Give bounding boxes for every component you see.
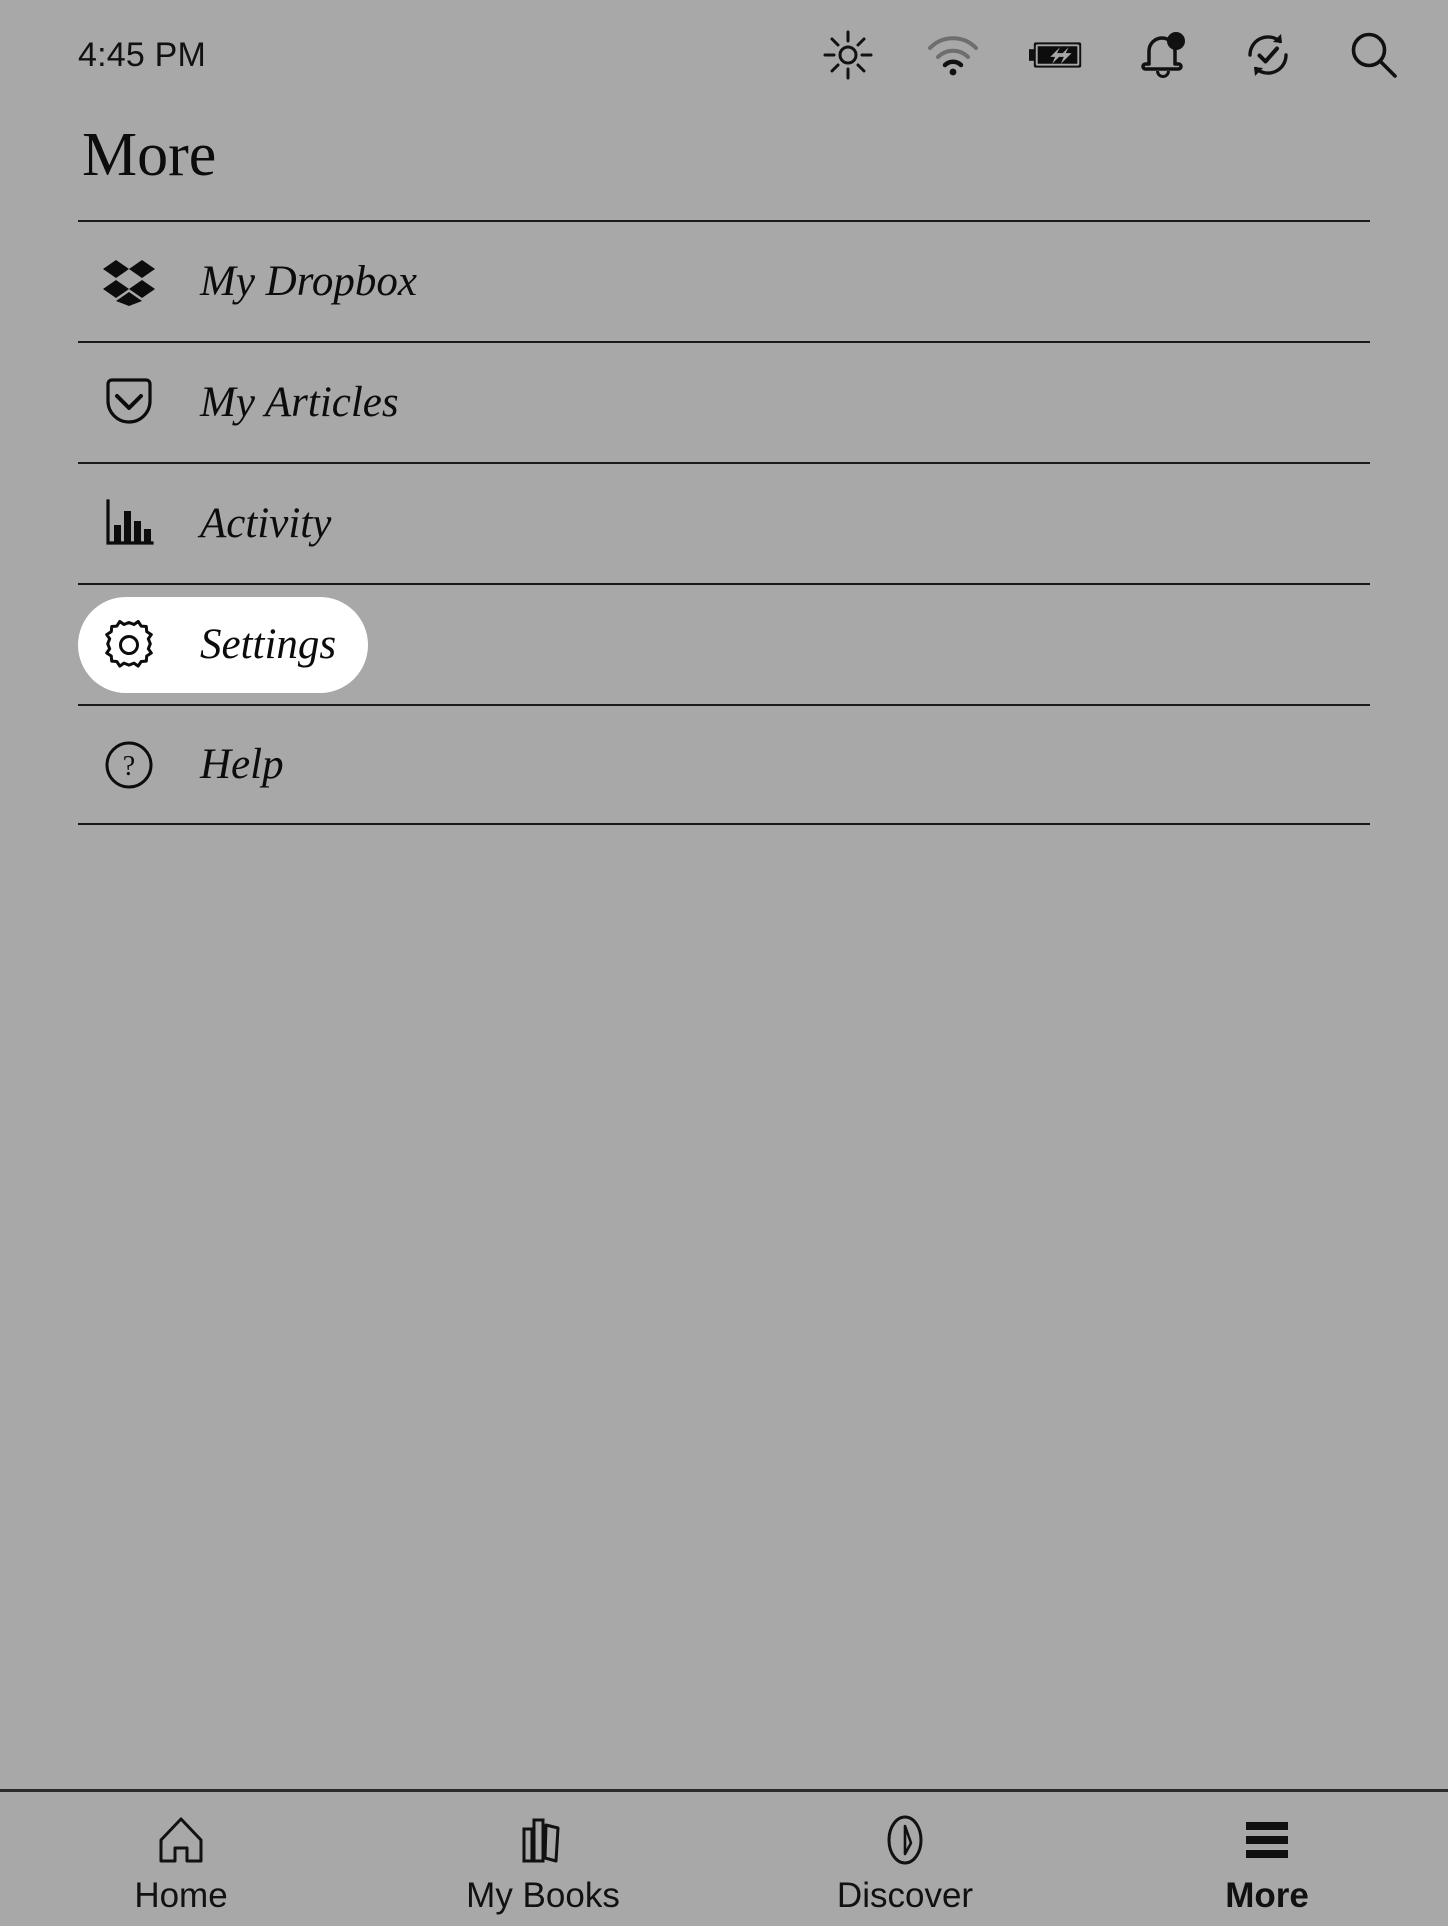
tab-label: Home	[134, 1876, 227, 1916]
tab-more[interactable]: More	[1086, 1814, 1448, 1916]
status-icon-group	[819, 26, 1402, 84]
bottom-tab-bar: Home My Books Discover	[0, 1789, 1448, 1926]
list-item-activity[interactable]: Activity	[78, 462, 1370, 583]
tab-discover[interactable]: Discover	[724, 1814, 1086, 1916]
status-bar: 4:45 PM	[0, 0, 1448, 110]
notification-bell-icon[interactable]	[1134, 26, 1192, 84]
list-item-settings[interactable]: Settings	[78, 583, 1370, 704]
tab-home[interactable]: Home	[0, 1814, 362, 1916]
bar-chart-icon	[100, 499, 158, 549]
tab-label: My Books	[466, 1876, 620, 1916]
tab-label: More	[1225, 1876, 1309, 1916]
settings-selected-pill[interactable]: Settings	[78, 597, 368, 693]
sync-check-icon[interactable]	[1239, 26, 1297, 84]
pocket-icon	[100, 376, 158, 430]
books-icon	[518, 1814, 568, 1866]
empty-content-area	[0, 825, 1448, 1789]
list-item-my-dropbox[interactable]: My Dropbox	[78, 220, 1370, 341]
svg-text:?: ?	[123, 751, 135, 782]
brightness-icon[interactable]	[819, 26, 877, 84]
search-icon[interactable]	[1344, 26, 1402, 84]
device-screen: 4:45 PM	[0, 0, 1448, 1926]
list-item-label: My Dropbox	[200, 257, 417, 306]
list-item-label: Settings	[200, 620, 336, 669]
list-item-label: Activity	[200, 499, 331, 548]
more-menu-list: My Dropbox My Articles	[0, 220, 1448, 825]
list-item-label: My Articles	[200, 378, 399, 427]
wifi-icon[interactable]	[924, 26, 982, 84]
list-item-label: Help	[200, 740, 284, 789]
tab-label: Discover	[837, 1876, 973, 1916]
battery-charging-icon[interactable]	[1029, 26, 1087, 84]
dropbox-icon	[100, 258, 158, 306]
compass-icon	[880, 1814, 930, 1866]
home-icon	[156, 1814, 206, 1866]
page-header: More	[0, 110, 1448, 220]
question-circle-icon: ?	[100, 739, 158, 791]
hamburger-icon	[1241, 1814, 1293, 1866]
list-item-my-articles[interactable]: My Articles	[78, 341, 1370, 462]
page-title: More	[78, 110, 1370, 220]
list-item-help[interactable]: ? Help	[78, 704, 1370, 825]
tab-my-books[interactable]: My Books	[362, 1814, 724, 1916]
status-clock: 4:45 PM	[78, 36, 206, 75]
gear-icon	[100, 619, 158, 671]
